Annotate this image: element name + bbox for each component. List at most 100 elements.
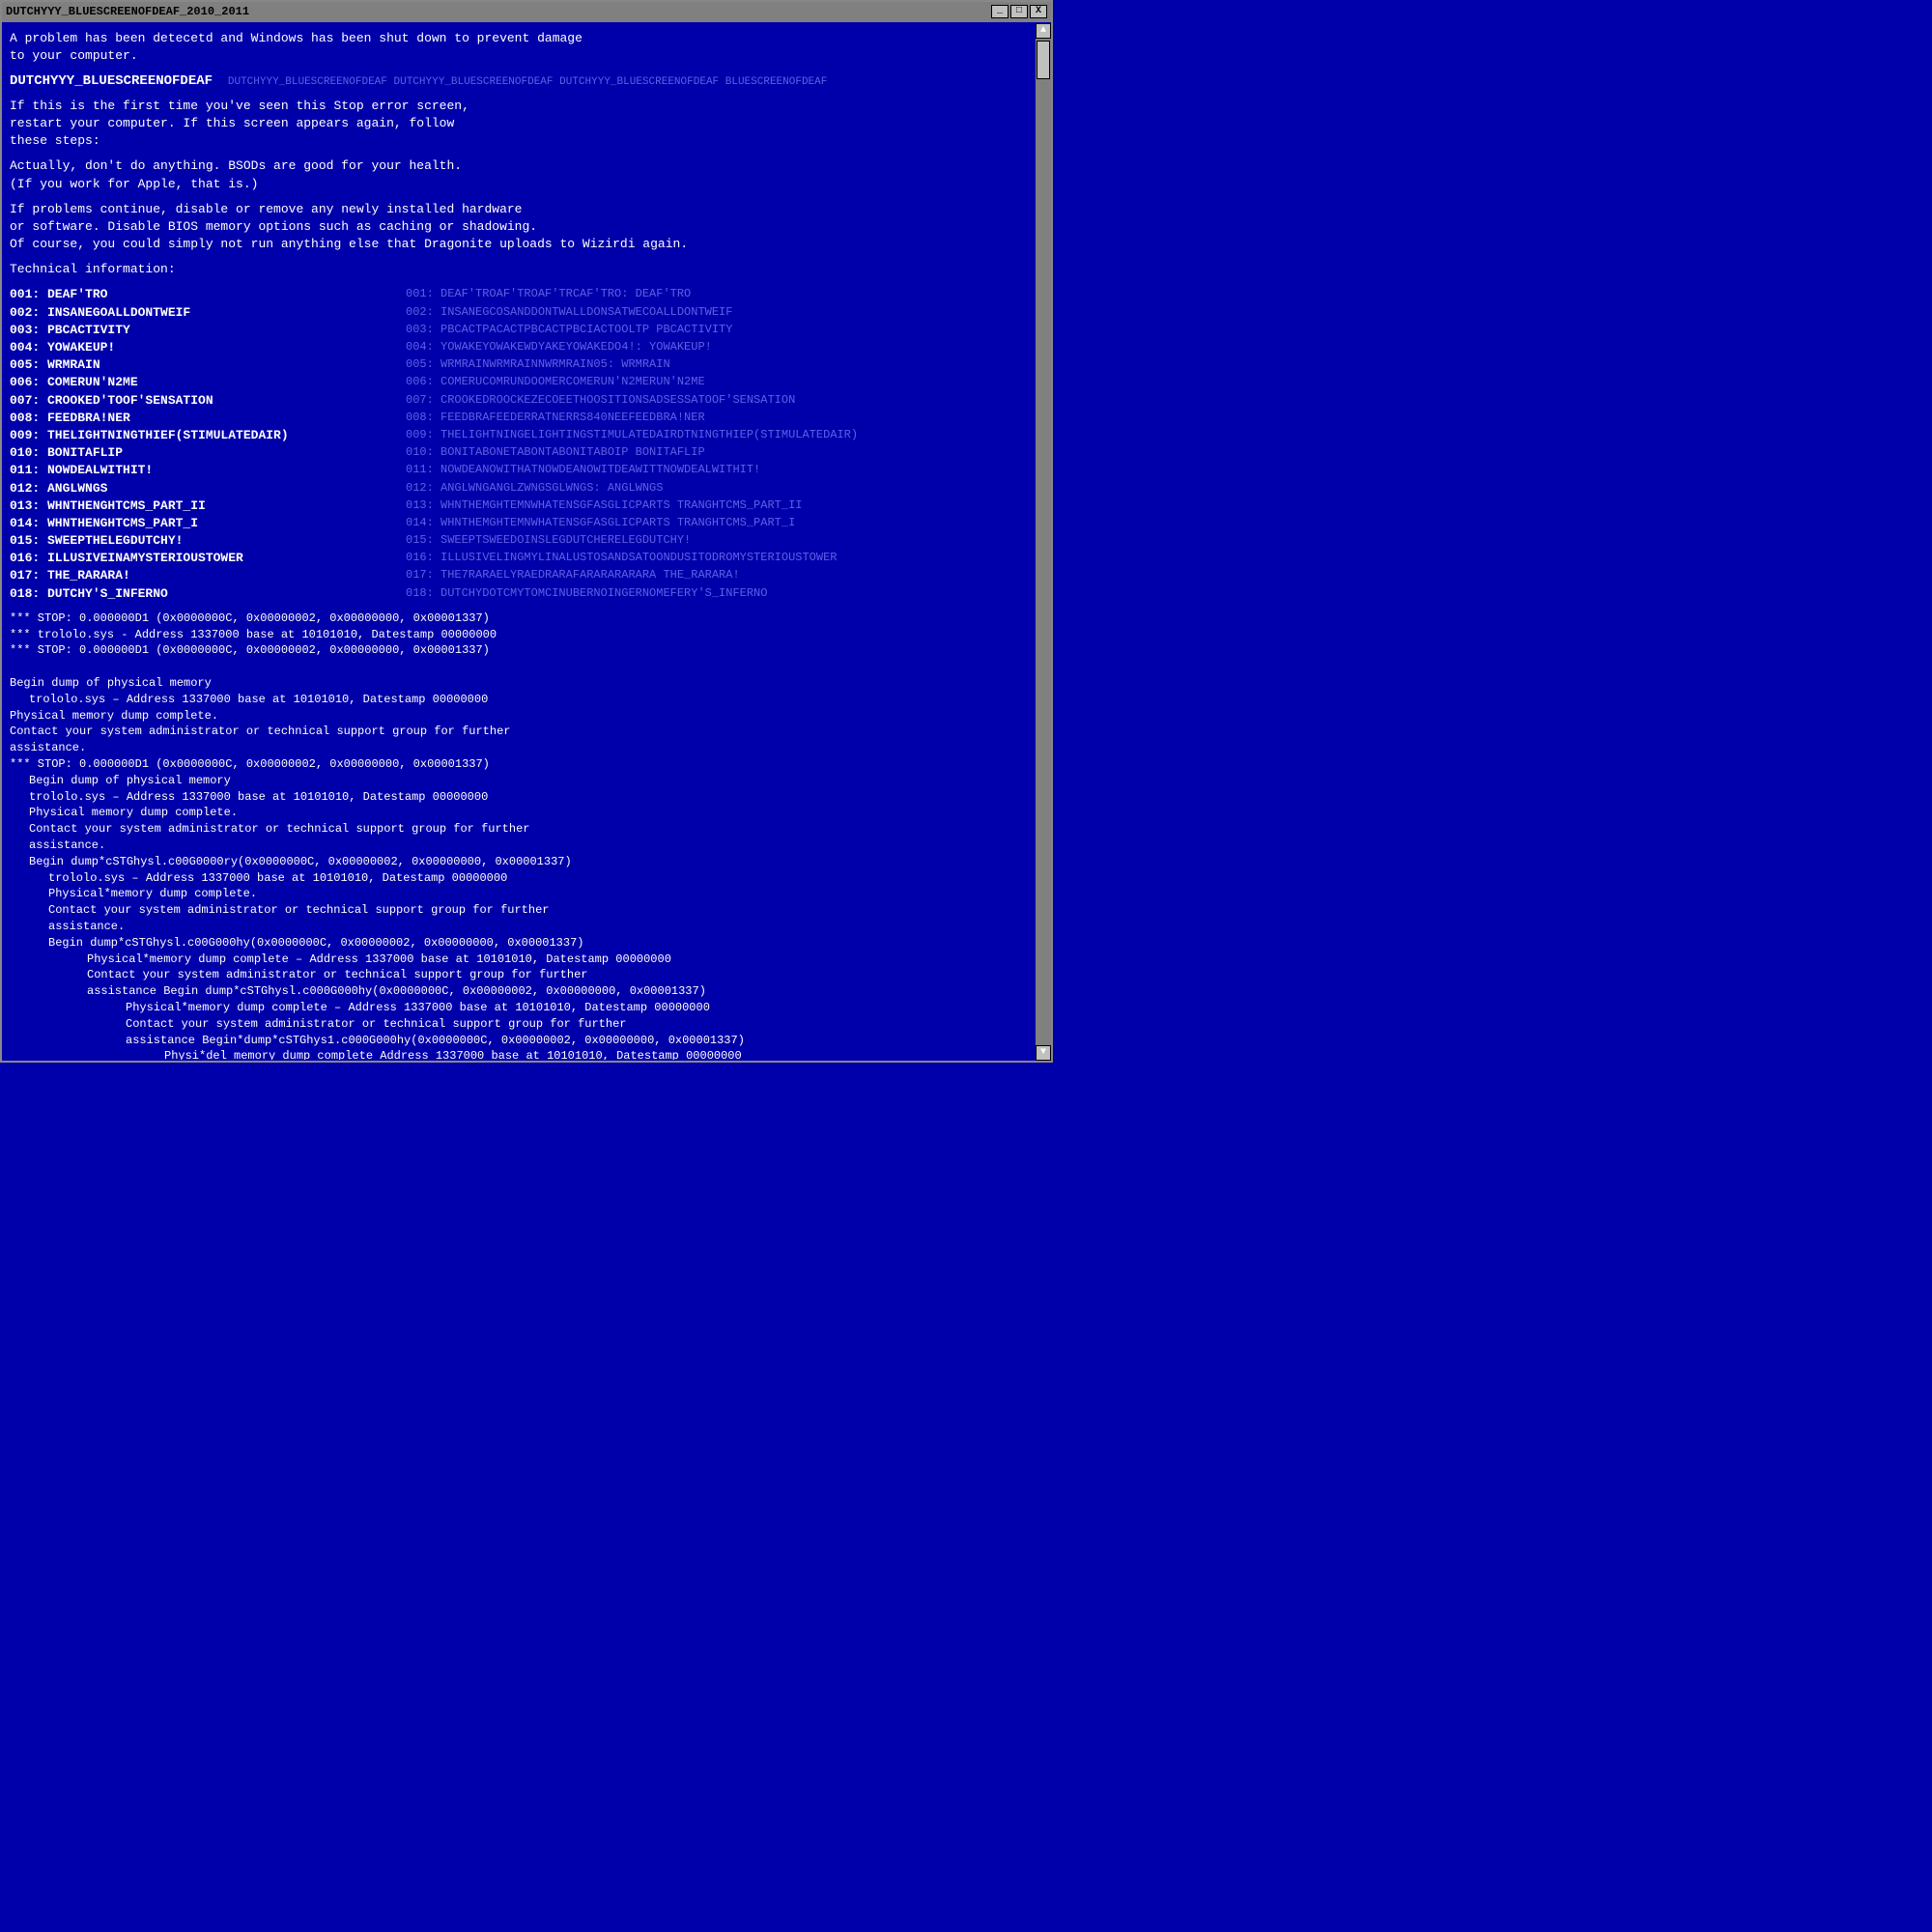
error-right-2: 003: PBCACTPACACTPBCACTPBCIACTOOLTP PBCA… <box>406 322 1032 339</box>
contact1: Contact your system administrator or tec… <box>10 724 1032 740</box>
physical2: Physical memory dump complete. <box>29 805 1032 821</box>
para1-line2: restart your computer. If this screen ap… <box>10 115 1032 132</box>
error-right-11: 012: ANGLWNGANGLZWNGSGLWNGS: ANGLWNGS <box>406 480 1032 497</box>
error-row-5: 006: COMERUN'N2ME 006: COMERUCOMRUNDOOME… <box>10 374 1032 391</box>
error-row-4: 005: WRMRAIN 005: WRMRAINWRMRAINNWRMRAIN… <box>10 356 1032 374</box>
error-left-2: 003: PBCACTIVITY <box>10 322 406 339</box>
error-left-1: 002: INSANEGOALLDONTWEIF <box>10 304 406 322</box>
bsod-window: DUTCHYYY_BLUESCREENOFDEAF_2010_2011 _ □ … <box>0 0 1053 1063</box>
scroll-up-arrow[interactable]: ▲ <box>1036 23 1051 39</box>
para2: Actually, don't do anything. BSODs are g… <box>10 157 1032 192</box>
error-right-13: 014: WHNTHEMGHTEMNWHATENSGFASGLICPARTS T… <box>406 515 1032 532</box>
tech-info-label: Technical information: <box>10 261 1032 278</box>
stop-line: *** STOP: 0.000000D1 (0x0000000C, 0x0000… <box>10 611 1032 627</box>
maximize-button[interactable]: □ <box>1010 5 1028 18</box>
error-left-9: 010: BONITAFLIP <box>10 444 406 462</box>
error-row-7: 008: FEEDBRA!NER 008: FEEDBRAFEEDERRATNE… <box>10 410 1032 427</box>
error-left-10: 011: NOWDEALWITHIT! <box>10 462 406 479</box>
error-left-6: 007: CROOKED'TOOF'SENSATION <box>10 392 406 410</box>
error-left-13: 014: WHNTHENGHTCMS_PART_I <box>10 515 406 532</box>
error-left-12: 013: WHNTHENGHTCMS_PART_II <box>10 497 406 515</box>
error-left-4: 005: WRMRAIN <box>10 356 406 374</box>
error-row-13: 014: WHNTHENGHTCMS_PART_I 014: WHNTHEMGH… <box>10 515 1032 532</box>
error-right-6: 007: CROOKEDROOCKEZECOEETHOOSITIONSADSES… <box>406 392 1032 410</box>
error-row-0: 001: DEAF'TRO 001: DEAF'TROAF'TROAF'TRCA… <box>10 286 1032 303</box>
error-right-8: 009: THELIGHTNINGELIGHTINGSTIMULATEDAIRD… <box>406 427 1032 444</box>
stop-line2: *** STOP: 0.000000D1 (0x0000000C, 0x0000… <box>10 642 1032 659</box>
error-right-12: 013: WHNTHEMGHTEMNWHATENSGFASGLICPARTS T… <box>406 497 1032 515</box>
error-row-1: 002: INSANEGOALLDONTWEIF 002: INSANEGCOS… <box>10 304 1032 322</box>
para1-line1: If this is the first time you've seen th… <box>10 98 1032 115</box>
error-right-3: 004: YOWAKEYOWAKEWDYAKEYOWAKEDO4!: YOWAK… <box>406 339 1032 356</box>
error-row-3: 004: YOWAKEUP! 004: YOWAKEYOWAKEWDYAKEYO… <box>10 339 1032 356</box>
titlebar-buttons: _ □ X <box>991 5 1047 18</box>
error-row-9: 010: BONITAFLIP 010: BONITABONETABONTABO… <box>10 444 1032 462</box>
error-right-9: 010: BONITABONETABONTABONITABOIP BONITAF… <box>406 444 1032 462</box>
trololo4: trololo.sys – Address 1337000 base at 10… <box>48 870 1032 887</box>
assistance3: assistance. <box>48 919 1032 935</box>
header-line1: A problem has been detecetd and Windows … <box>10 30 1032 47</box>
close-button[interactable]: X <box>1030 5 1047 18</box>
title-section: DUTCHYYY_BLUESCREENOFDEAF DUTCHYYY_BLUES… <box>10 72 1032 92</box>
error-right-4: 005: WRMRAINWRMRAINNWRMRAIN05: WRMRAIN <box>406 356 1032 374</box>
error-left-3: 004: YOWAKEUP! <box>10 339 406 356</box>
assistance1: assistance. <box>10 740 1032 756</box>
bsod-title-glitch: DUTCHYYY_BLUESCREENOFDEAF DUTCHYYY_BLUES… <box>228 76 828 88</box>
para2-line2: (If you work for Apple, that is.) <box>10 176 1032 193</box>
error-row-16: 017: THE_RARARA! 017: THE7RARAELYRAEDRAR… <box>10 567 1032 584</box>
trololo5: Physical*memory dump complete – Address … <box>87 952 1032 968</box>
content-area: A problem has been detecetd and Windows … <box>2 22 1051 1060</box>
stop2: *** STOP: 0.000000D1 (0x0000000C, 0x0000… <box>10 756 1032 773</box>
error-left-14: 015: SWEEPTHELEGDUTCHY! <box>10 532 406 550</box>
physical4: Contact your system administrator or tec… <box>87 967 1032 983</box>
para2-line1: Actually, don't do anything. BSODs are g… <box>10 157 1032 175</box>
para3-line3: Of course, you could simply not run anyt… <box>10 236 1032 253</box>
header-section: A problem has been detecetd and Windows … <box>10 30 1032 65</box>
scroll-thumb[interactable] <box>1037 41 1050 79</box>
dump-section: *** STOP: 0.000000D1 (0x0000000C, 0x0000… <box>10 611 1032 1060</box>
begin2: Begin dump of physical memory <box>29 773 1032 789</box>
deep1-contact: Contact your system administrator or tec… <box>126 1016 1032 1033</box>
begin1: Begin dump of physical memory <box>10 675 1032 692</box>
error-right-14: 015: SWEEPTSWEEDOINSLEGDUTCHERELEGDUTCHY… <box>406 532 1032 550</box>
error-row-10: 011: NOWDEALWITHIT! 011: NOWDEANOWITHATN… <box>10 462 1032 479</box>
error-left-5: 006: COMERUN'N2ME <box>10 374 406 391</box>
error-row-12: 013: WHNTHENGHTCMS_PART_II 013: WHNTHEMG… <box>10 497 1032 515</box>
trololo3: trololo.sys – Address 1337000 base at 10… <box>29 789 1032 806</box>
error-right-7: 008: FEEDBRAFEEDERRATNERRS840NEEFEEDBRA!… <box>406 410 1032 427</box>
error-left-7: 008: FEEDBRA!NER <box>10 410 406 427</box>
error-right-0: 001: DEAF'TROAF'TROAF'TRCAF'TRO: DEAF'TR… <box>406 286 1032 303</box>
titlebar: DUTCHYYY_BLUESCREENOFDEAF_2010_2011 _ □ … <box>2 2 1051 22</box>
error-left-11: 012: ANGLWNGS <box>10 480 406 497</box>
contact2: Contact your system administrator or tec… <box>29 821 1032 838</box>
error-row-15: 016: ILLUSIVEINAMYSTERIOUSTOWER 016: ILL… <box>10 550 1032 567</box>
stop3: Begin dump*cSTGhysl.c00G0000ry(0x0000000… <box>29 854 1032 870</box>
bsod-title-bold: DUTCHYYY_BLUESCREENOFDEAF <box>10 73 213 89</box>
deep1-phys: Physical*memory dump complete – Address … <box>126 1000 1032 1016</box>
physical3: Physical*memory dump complete. <box>48 886 1032 902</box>
error-left-17: 018: DUTCHY'S_INFERNO <box>10 585 406 603</box>
error-row-11: 012: ANGLWNGS 012: ANGLWNGANGLZWNGSGLWNG… <box>10 480 1032 497</box>
error-right-5: 006: COMERUCOMRUNDOOMERCOMERUN'N2MERUN'N… <box>406 374 1032 391</box>
error-row-17: 018: DUTCHY'S_INFERNO 018: DUTCHYDOTCMYT… <box>10 585 1032 603</box>
trololo-line: *** trololo.sys - Address 1337000 base a… <box>10 627 1032 643</box>
error-right-17: 018: DUTCHYDOTCMYTOMCINUBERNOINGERNOMEFE… <box>406 585 1032 603</box>
minimize-button[interactable]: _ <box>991 5 1009 18</box>
para1-line3: these steps: <box>10 132 1032 150</box>
error-left-15: 016: ILLUSIVEINAMYSTERIOUSTOWER <box>10 550 406 567</box>
stop4: Begin dump*cSTGhysl.c00G000hy(0x0000000C… <box>48 935 1032 952</box>
error-row-8: 009: THELIGHTNINGTHIEF(STIMULATEDAIR) 00… <box>10 427 1032 444</box>
error-right-15: 016: ILLUSIVELINGMYLINALUSTOSANDSATOONDU… <box>406 550 1032 567</box>
scroll-down-arrow[interactable]: ▼ <box>1036 1045 1051 1061</box>
error-row-14: 015: SWEEPTHELEGDUTCHY! 015: SWEEPTSWEED… <box>10 532 1032 550</box>
window-title: DUTCHYYY_BLUESCREENOFDEAF_2010_2011 <box>6 4 249 20</box>
assistance2: assistance. <box>29 838 1032 854</box>
physical1: Physical memory dump complete. <box>10 708 1032 724</box>
deep1-assist: assistance Begin*dump*cSTGhys1.c000G000h… <box>126 1033 1032 1049</box>
trololo2: trololo.sys – Address 1337000 base at 10… <box>29 692 1032 708</box>
para3-line2: or software. Disable BIOS memory options… <box>10 218 1032 236</box>
error-row-2: 003: PBCACTIVITY 003: PBCACTPACACTPBCACT… <box>10 322 1032 339</box>
error-right-1: 002: INSANEGCOSANDDONTWALLDONSATWECOALLD… <box>406 304 1032 322</box>
para1: If this is the first time you've seen th… <box>10 98 1032 151</box>
scrollbar[interactable]: ▲ ▼ <box>1036 23 1051 1061</box>
